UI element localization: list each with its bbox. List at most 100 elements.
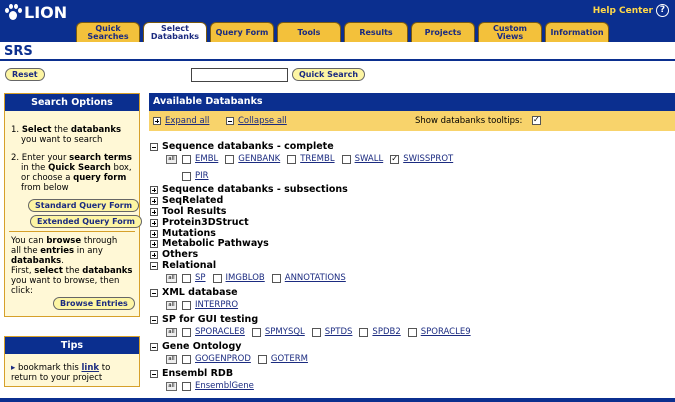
expand-icon[interactable] bbox=[150, 239, 158, 248]
db-checkbox[interactable] bbox=[390, 154, 400, 164]
db-checkbox[interactable] bbox=[182, 273, 191, 283]
select-all-button[interactable]: all bbox=[166, 273, 177, 283]
select-all-button[interactable]: all bbox=[166, 300, 177, 310]
category-metabolic-pathways[interactable]: Metabolic Pathways bbox=[150, 238, 269, 249]
db-checkbox[interactable] bbox=[311, 327, 321, 337]
tab-select-databanks[interactable]: Select Databanks bbox=[143, 22, 207, 43]
main-tabs: Quick Searches Select Databanks Query Fo… bbox=[76, 22, 612, 43]
db-row-relational: all SP IMGBLOB ANNOTATIONS bbox=[166, 272, 353, 284]
db-spdb2[interactable]: SPDB2 bbox=[359, 327, 401, 337]
category-xml-database[interactable]: XML database bbox=[150, 287, 238, 298]
db-checkbox[interactable] bbox=[225, 154, 235, 164]
expand-all-link[interactable]: Expand all bbox=[153, 116, 209, 126]
expand-icon[interactable] bbox=[150, 250, 158, 259]
db-checkbox[interactable] bbox=[271, 273, 281, 283]
db-imgblob[interactable]: IMGBLOB bbox=[212, 273, 265, 283]
collapse-icon[interactable] bbox=[150, 315, 158, 324]
category-relational[interactable]: Relational bbox=[150, 260, 216, 271]
tab-custom-views[interactable]: Custom Views bbox=[478, 22, 542, 42]
plus-icon bbox=[153, 117, 161, 125]
extended-query-form-button[interactable]: Extended Query Form bbox=[30, 215, 143, 228]
category-sequence-complete[interactable]: Sequence databanks - complete bbox=[150, 141, 334, 152]
reset-button[interactable]: Reset bbox=[5, 68, 45, 81]
db-checkbox[interactable] bbox=[407, 327, 417, 337]
select-all-button[interactable]: all bbox=[166, 354, 177, 364]
db-checkbox[interactable] bbox=[182, 381, 191, 391]
category-seqrelated[interactable]: SeqRelated bbox=[150, 195, 223, 206]
db-checkbox[interactable] bbox=[359, 327, 369, 337]
collapse-all-link[interactable]: Collapse all bbox=[226, 116, 287, 126]
db-sporacle8[interactable]: SPORACLE8 bbox=[182, 327, 245, 337]
expand-icon[interactable] bbox=[150, 207, 158, 216]
db-gogenprod[interactable]: GOGENPROD bbox=[182, 354, 251, 364]
expand-icon[interactable] bbox=[150, 229, 158, 238]
db-ensemblgene[interactable]: EnsemblGene bbox=[182, 381, 254, 391]
category-protein3dstruct[interactable]: Protein3DStruct bbox=[150, 217, 249, 228]
db-checkbox[interactable] bbox=[182, 154, 191, 164]
db-row-sequence-complete: all EMBL GENBANK TREMBL SWALL SWISSPROT bbox=[166, 153, 460, 165]
tooltips-checkbox[interactable] bbox=[532, 115, 541, 125]
category-others[interactable]: Others bbox=[150, 249, 198, 260]
category-gene-ontology[interactable]: Gene Ontology bbox=[150, 341, 241, 352]
bullet-icon: ▸ bbox=[11, 363, 18, 373]
db-row-sequence-complete-2: PIR bbox=[182, 170, 216, 182]
db-sp[interactable]: SP bbox=[182, 273, 206, 283]
collapse-icon[interactable] bbox=[150, 261, 158, 270]
bookmark-link[interactable]: link bbox=[82, 363, 100, 373]
db-pir[interactable]: PIR bbox=[182, 171, 209, 181]
collapse-icon[interactable] bbox=[150, 342, 158, 351]
tips-panel: Tips ▸ bookmark this link to return to y… bbox=[4, 336, 140, 387]
tab-information[interactable]: Information bbox=[545, 22, 609, 42]
category-tool-results[interactable]: Tool Results bbox=[150, 206, 226, 217]
db-goterm[interactable]: GOTERM bbox=[257, 354, 308, 364]
tab-projects[interactable]: Projects bbox=[411, 22, 475, 42]
collapse-icon[interactable] bbox=[150, 369, 158, 378]
db-checkbox[interactable] bbox=[251, 327, 261, 337]
db-embl[interactable]: EMBL bbox=[182, 154, 218, 164]
expand-icon[interactable] bbox=[150, 218, 158, 227]
collapse-icon[interactable] bbox=[150, 288, 158, 297]
db-checkbox[interactable] bbox=[182, 354, 191, 364]
quick-search-button[interactable]: Quick Search bbox=[292, 68, 366, 81]
db-sporacle9[interactable]: SPORACLE9 bbox=[407, 327, 471, 337]
db-annotations[interactable]: ANNOTATIONS bbox=[271, 273, 346, 283]
db-sptds[interactable]: SPTDS bbox=[311, 327, 352, 337]
tab-tools[interactable]: Tools bbox=[277, 22, 341, 42]
minus-icon bbox=[226, 117, 234, 125]
standard-query-form-button[interactable]: Standard Query Form bbox=[28, 199, 140, 212]
db-checkbox[interactable] bbox=[287, 154, 297, 164]
panel-divider bbox=[9, 231, 135, 232]
select-all-button[interactable]: all bbox=[166, 154, 177, 164]
expand-icon[interactable] bbox=[150, 196, 158, 205]
db-checkbox[interactable] bbox=[182, 300, 191, 310]
expand-icon[interactable] bbox=[150, 185, 158, 194]
help-center-link[interactable]: Help Center ? bbox=[593, 4, 669, 17]
category-ensembl-rdb[interactable]: Ensembl RDB bbox=[150, 368, 233, 379]
db-checkbox[interactable] bbox=[257, 354, 267, 364]
tab-results[interactable]: Results bbox=[344, 22, 408, 42]
db-genbank[interactable]: GENBANK bbox=[225, 154, 280, 164]
category-sp-gui-testing[interactable]: SP for GUI testing bbox=[150, 314, 258, 325]
select-all-button[interactable]: all bbox=[166, 381, 177, 391]
db-spmysql[interactable]: SPMYSQL bbox=[251, 327, 305, 337]
db-row-sp-gui: all SPORACLE8 SPMYSQL SPTDS SPDB2 SPORAC… bbox=[166, 326, 478, 338]
lion-logo[interactable]: LION bbox=[4, 3, 67, 22]
db-checkbox[interactable] bbox=[341, 154, 351, 164]
category-sequence-subsections[interactable]: Sequence databanks - subsections bbox=[150, 184, 348, 195]
available-databanks-title: Available Databanks bbox=[149, 93, 675, 111]
select-all-button[interactable]: all bbox=[166, 327, 177, 337]
browse-entries-button[interactable]: Browse Entries bbox=[53, 297, 135, 310]
browse-text: You can browse through all the entries i… bbox=[11, 236, 133, 296]
db-checkbox[interactable] bbox=[182, 327, 191, 337]
quick-search-input[interactable] bbox=[191, 68, 288, 82]
db-row-ensembl: all EnsemblGene bbox=[166, 380, 261, 392]
db-interpro[interactable]: INTERPRO bbox=[182, 300, 238, 310]
db-trembl[interactable]: TREMBL bbox=[287, 154, 335, 164]
collapse-icon[interactable] bbox=[150, 142, 158, 151]
db-checkbox[interactable] bbox=[182, 171, 191, 181]
db-swissprot[interactable]: SWISSPROT bbox=[390, 154, 453, 164]
tab-quick-searches[interactable]: Quick Searches bbox=[76, 22, 140, 42]
db-checkbox[interactable] bbox=[212, 273, 222, 283]
tab-query-form[interactable]: Query Form bbox=[210, 22, 274, 42]
db-swall[interactable]: SWALL bbox=[341, 154, 383, 164]
